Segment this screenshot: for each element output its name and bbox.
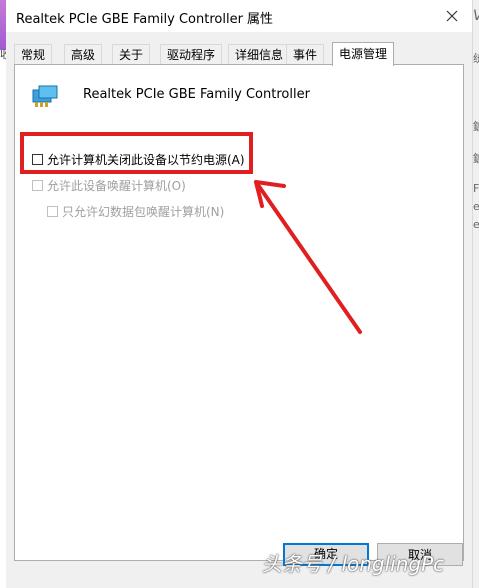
properties-dialog: 常规 高级 关于 驱动程序 详细信息 事件 电源管理 Realtek PCIe … <box>6 32 472 588</box>
title-bar[interactable]: Realtek PCIe GBE Family Controller 属性 <box>6 0 472 32</box>
tab-general[interactable]: 常规 <box>14 44 53 65</box>
allow-wake-option: 允许此设备唤醒计算机(O) <box>32 177 186 194</box>
device-name: Realtek PCIe GBE Family Controller <box>83 87 310 102</box>
tab-about[interactable]: 关于 <box>112 44 151 65</box>
magic-packet-checkbox <box>47 206 58 217</box>
watermark-text: 头条号 / longlingPc <box>262 552 445 576</box>
allow-wake-checkbox <box>32 180 43 191</box>
background-text: 鑢 <box>473 152 479 165</box>
highlight-box <box>20 132 253 174</box>
allow-wake-label: 允许此设备唤醒计算机(O) <box>47 179 186 193</box>
background-text: e <box>473 218 479 231</box>
close-button[interactable] <box>432 0 472 32</box>
background-text: 鑢 <box>473 120 479 133</box>
tab-details[interactable]: 详细信息 <box>228 44 291 65</box>
background-text: Va <box>473 8 479 24</box>
magic-packet-option: 只允许幻数据包唤醒计算机(N) <box>47 203 224 220</box>
close-icon <box>446 10 458 22</box>
tab-events[interactable]: 事件 <box>286 44 325 65</box>
tab-power-management[interactable]: 电源管理 <box>332 42 395 66</box>
network-adapter-icon <box>32 85 58 107</box>
tab-advanced[interactable]: 高级 <box>64 44 103 65</box>
window-title: Realtek PCIe GBE Family Controller 属性 <box>16 12 274 27</box>
background-text: 统 <box>473 52 479 65</box>
background-text: F <box>473 182 479 195</box>
background-text: e <box>473 200 479 213</box>
magic-packet-label: 只允许幻数据包唤醒计算机(N) <box>62 205 225 219</box>
background-window-edge <box>472 0 479 588</box>
tab-driver[interactable]: 驱动程序 <box>160 44 223 65</box>
